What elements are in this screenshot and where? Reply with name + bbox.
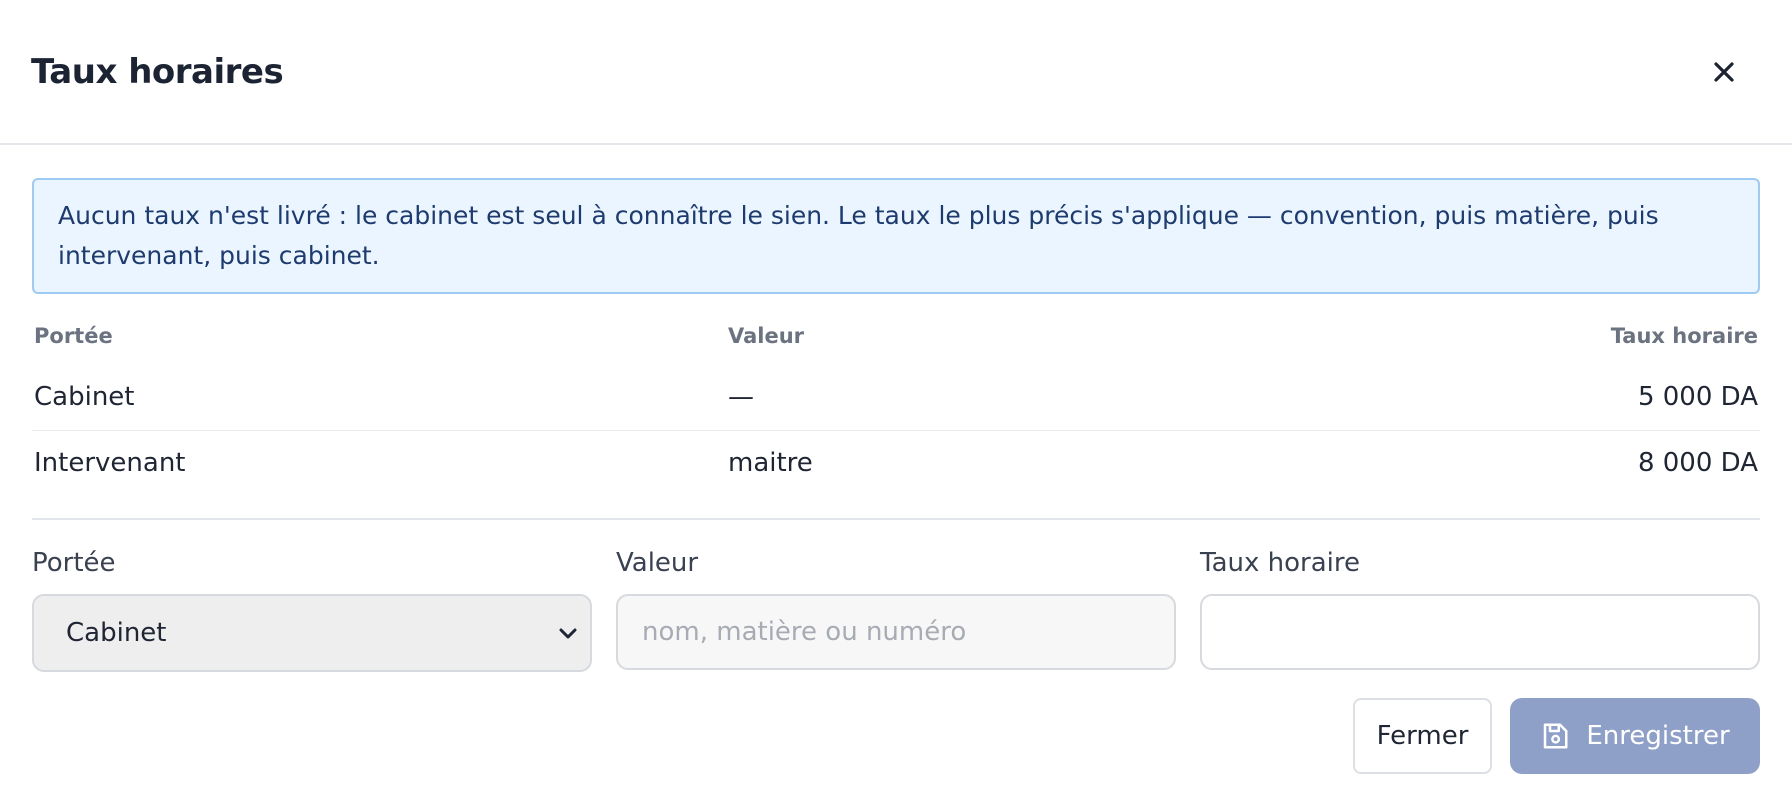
modal-footer: Fermer Enregistrer bbox=[32, 698, 1760, 774]
scope-field-group: Portée Cabinet bbox=[32, 548, 592, 672]
save-button[interactable]: Enregistrer bbox=[1510, 698, 1760, 774]
new-rate-form: Portée Cabinet Valeur Taux horaire bbox=[32, 548, 1760, 672]
table-row: Cabinet — 5 000 DA bbox=[32, 364, 1760, 430]
hourly-rates-modal: Taux horaires Aucun taux n'est livré : l… bbox=[0, 0, 1792, 804]
column-header-scope: Portée bbox=[34, 324, 113, 348]
value-label: Valeur bbox=[616, 548, 699, 578]
rate-field-group: Taux horaire bbox=[1200, 548, 1760, 672]
cell-scope: Intervenant bbox=[32, 429, 726, 496]
value-field-group: Valeur bbox=[616, 548, 1176, 672]
column-header-rate: Taux horaire bbox=[1610, 324, 1758, 348]
modal-body: Aucun taux n'est livré : le cabinet est … bbox=[0, 145, 1792, 774]
close-button[interactable] bbox=[1704, 52, 1744, 92]
cell-scope: Cabinet bbox=[34, 381, 135, 412]
column-header-value: Valeur bbox=[728, 324, 805, 348]
rate-input[interactable] bbox=[1200, 594, 1760, 670]
cell-rate: 5 000 DA bbox=[1637, 381, 1758, 412]
close-button-label: Fermer bbox=[1376, 721, 1469, 751]
save-button-label: Enregistrer bbox=[1586, 721, 1730, 751]
table-row: Intervenant maitre 8 000 DA bbox=[32, 429, 1760, 496]
scope-label: Portée bbox=[32, 548, 116, 578]
modal-header: Taux horaires bbox=[0, 0, 1792, 145]
modal-title: Taux horaires bbox=[31, 51, 284, 92]
scope-select-value: Cabinet bbox=[66, 618, 167, 648]
info-notice-text: Aucun taux n'est livré : le cabinet est … bbox=[58, 201, 1659, 270]
info-notice: Aucun taux n'est livré : le cabinet est … bbox=[32, 178, 1760, 294]
scope-select[interactable]: Cabinet bbox=[32, 594, 592, 672]
rates-table: Portée Valeur Taux horaire Cabinet — 5 0… bbox=[32, 322, 1760, 496]
close-modal-button[interactable]: Fermer bbox=[1353, 698, 1492, 774]
cell-value: — bbox=[728, 381, 754, 412]
table-header-row: Portée Valeur Taux horaire bbox=[32, 322, 1760, 364]
rate-label: Taux horaire bbox=[1200, 548, 1360, 578]
section-divider bbox=[32, 518, 1760, 520]
floppy-disk-icon bbox=[1544, 723, 1568, 749]
close-icon bbox=[1714, 61, 1734, 82]
value-input[interactable] bbox=[616, 594, 1176, 670]
chevron-down-icon bbox=[559, 628, 577, 639]
cell-rate: 8 000 DA bbox=[1108, 429, 1760, 496]
cell-value: maitre bbox=[726, 429, 1109, 496]
